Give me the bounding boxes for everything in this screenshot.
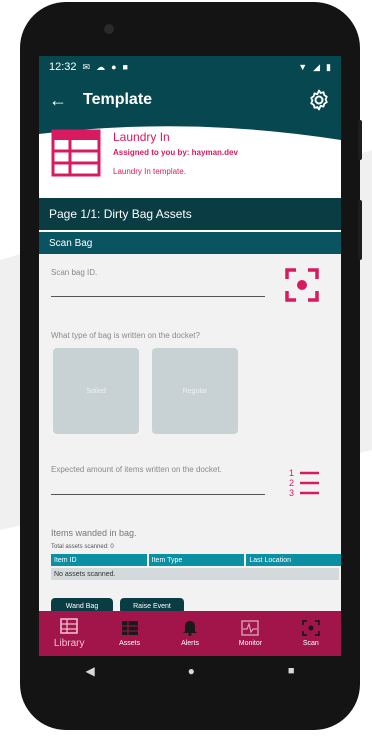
table-row: No assets scanned. — [51, 568, 339, 580]
template-description: Laundry In template. — [113, 167, 186, 176]
section-heading: Scan Bag — [39, 232, 341, 254]
scan-bag-input[interactable]: Scan bag ID. — [51, 268, 97, 277]
status-time: 12:32 — [49, 61, 77, 73]
nav-alerts[interactable]: Alerts — [160, 611, 220, 656]
status-bar: 12:32 ✉ ☁ ● ■ ▼ ◢ ▮ — [39, 56, 341, 78]
template-name: Laundry In — [113, 130, 170, 144]
app-screen: 12:32 ✉ ☁ ● ■ ▼ ◢ ▮ ← Template Laundry I… — [39, 56, 341, 656]
bell-icon — [183, 621, 198, 636]
svg-text:2: 2 — [289, 478, 294, 488]
wanded-title: Items wanded in bag. — [51, 528, 137, 538]
monitor-icon — [241, 620, 260, 636]
sd-card-icon: ■ — [122, 62, 128, 72]
recents-square-icon[interactable]: ■ — [288, 665, 295, 677]
soiled-option[interactable]: Soiled — [53, 348, 139, 434]
column-item-type: Item Type — [148, 554, 245, 566]
system-navigation: ◀ ● ■ — [39, 656, 341, 686]
nav-scan[interactable]: Scan — [281, 611, 341, 656]
gear-icon[interactable] — [307, 88, 331, 112]
assigned-by: Assigned to you by: hayman.dev — [113, 148, 238, 157]
nav-alerts-label: Alerts — [181, 640, 199, 647]
sync-icon: ● — [111, 62, 117, 72]
scan-icon — [301, 620, 320, 636]
mail-icon: ✉ — [82, 61, 91, 72]
svg-text:3: 3 — [289, 488, 294, 498]
nav-monitor[interactable]: Monitor — [220, 611, 280, 656]
back-arrow-icon[interactable]: ← — [49, 90, 75, 111]
column-item-id: Item ID — [51, 554, 147, 566]
total-assets: Total assets scanned: 0 — [51, 544, 114, 550]
template-header: Laundry In Assigned to you by: hayman.de… — [39, 122, 341, 192]
nav-scan-label: Scan — [302, 640, 319, 647]
regular-option[interactable]: Regular — [152, 348, 238, 434]
column-last-location: Last Location — [246, 554, 341, 566]
nav-assets[interactable]: Assets — [99, 611, 159, 656]
form-content: Scan bag ID. What type of bag is written… — [39, 254, 341, 624]
nav-library[interactable]: Library — [39, 611, 99, 656]
expected-items-underline — [51, 494, 265, 495]
expected-items-input[interactable]: Expected amount of items written on the … — [51, 465, 222, 474]
app-bar: ← Template — [39, 78, 341, 122]
bag-type-question: What type of bag is written on the docke… — [51, 331, 200, 340]
battery-icon: ▮ — [326, 61, 331, 72]
wifi-icon: ▼ — [298, 62, 308, 72]
assets-table: Item ID Item Type Last Location No asset… — [51, 554, 341, 580]
nav-assets-label: Assets — [119, 640, 141, 647]
nav-monitor-label: Monitor — [238, 640, 263, 647]
numbered-list-icon[interactable]: 1 2 3 — [287, 466, 321, 500]
bottom-navigation: Library Assets Alerts Monitor Scan — [39, 611, 341, 656]
signal-icon: ◢ — [313, 61, 321, 72]
page-heading: Page 1/1: Dirty Bag Assets — [39, 198, 341, 230]
assets-icon — [121, 621, 138, 635]
nav-library-label: Library — [53, 638, 85, 649]
table-header: Item ID Item Type Last Location — [51, 554, 341, 566]
back-triangle-icon[interactable]: ◀ — [85, 664, 94, 678]
scan-bag-underline — [51, 296, 265, 297]
table-template-icon — [51, 129, 101, 177]
home-circle-icon[interactable]: ● — [188, 664, 195, 678]
page-title: Template — [83, 91, 153, 108]
front-camera — [104, 24, 114, 34]
scan-target-icon[interactable] — [285, 268, 319, 302]
library-icon — [60, 618, 78, 634]
volume-button — [358, 120, 362, 160]
power-button — [358, 200, 362, 260]
svg-text:1: 1 — [289, 468, 294, 478]
cloud-icon: ☁ — [96, 61, 106, 72]
